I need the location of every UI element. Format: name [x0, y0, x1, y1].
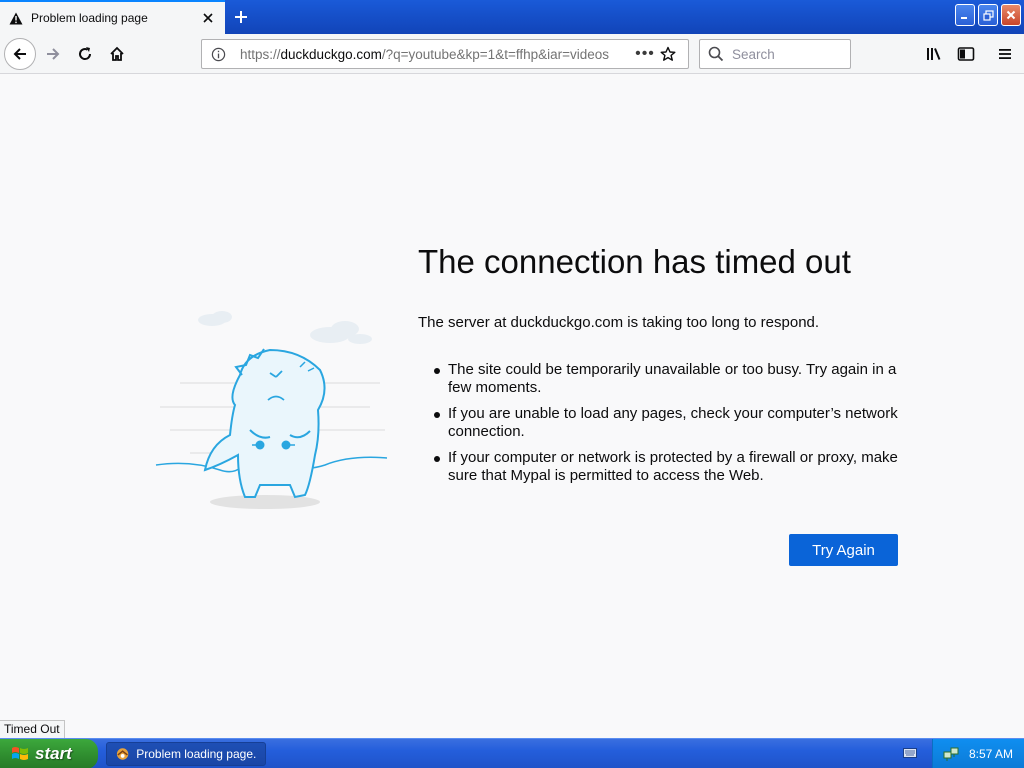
taskbar-item-browser[interactable]: Problem loading page...: [106, 742, 266, 766]
forward-button[interactable]: [37, 38, 69, 70]
warning-icon: [8, 10, 24, 26]
url-text[interactable]: https://duckduckgo.com/?q=youtube&kp=1&t…: [240, 47, 634, 62]
url-path: /?q=youtube&kp=1&t=ffhp&iar=videos: [381, 46, 610, 62]
home-icon: [110, 46, 124, 61]
error-description: The server at duckduckgo.com is taking t…: [418, 314, 820, 331]
tab-problem-loading[interactable]: Problem loading page: [0, 0, 225, 34]
list-item: If you are unable to load any pages, che…: [432, 405, 902, 441]
tab-title: Problem loading page: [31, 11, 148, 25]
system-tray: 8:57 AM: [932, 739, 1024, 768]
restore-icon: [982, 9, 994, 21]
try-again-button[interactable]: Try Again: [789, 534, 898, 566]
start-button[interactable]: start: [0, 739, 98, 768]
url-host: duckduckgo.com: [280, 46, 382, 62]
hamburger-menu-icon: [999, 49, 1011, 59]
clock: 8:57 AM: [969, 747, 1014, 761]
browser-app-icon: [116, 748, 129, 760]
search-icon: [708, 45, 726, 63]
error-suggestions-list: The site could be temporarily unavailabl…: [432, 361, 902, 493]
site-info-icon[interactable]: [210, 46, 226, 62]
address-bar[interactable]: https://duckduckgo.com/?q=youtube&kp=1&t…: [201, 39, 689, 69]
search-input[interactable]: [732, 46, 832, 62]
url-prefix: https://: [240, 46, 281, 62]
list-item: The site could be temporarily unavailabl…: [432, 361, 902, 397]
tab-strip: Problem loading page: [0, 0, 1024, 34]
reload-icon: [79, 47, 92, 60]
forward-arrow-icon: [47, 48, 60, 60]
taskbar: start Problem loading page... 8:57 AM: [0, 738, 1024, 768]
start-label: start: [35, 744, 72, 763]
taskbar-item-label: Problem loading page...: [136, 747, 257, 761]
list-item: If your computer or network is protected…: [432, 449, 902, 485]
new-tab-button[interactable]: [229, 5, 253, 29]
page-actions-icon[interactable]: •••: [634, 45, 656, 63]
status-panel: Timed Out: [0, 720, 65, 738]
reload-button[interactable]: [69, 38, 101, 70]
plus-icon: [235, 11, 247, 23]
error-page: The connection has timed out The server …: [0, 75, 1024, 738]
back-arrow-icon: [13, 48, 26, 60]
close-icon: [1006, 10, 1016, 20]
keyboard-icon[interactable]: [903, 747, 917, 759]
menu-button[interactable]: [989, 38, 1021, 70]
library-button[interactable]: [918, 38, 950, 70]
back-button[interactable]: [4, 38, 36, 70]
close-window-button[interactable]: [1001, 4, 1021, 26]
search-bar[interactable]: [699, 39, 851, 69]
error-title: The connection has timed out: [418, 243, 851, 280]
minimize-icon: [961, 17, 967, 19]
sidebar-button[interactable]: [950, 38, 982, 70]
network-icon[interactable]: [943, 746, 959, 762]
home-button[interactable]: [101, 38, 133, 70]
navigation-toolbar: https://duckduckgo.com/?q=youtube&kp=1&t…: [0, 34, 1024, 74]
minimize-button[interactable]: [955, 4, 975, 26]
restore-button[interactable]: [978, 4, 998, 26]
close-tab-icon[interactable]: [199, 9, 217, 27]
unplugged-dinosaur-illustration: [150, 305, 390, 520]
bookmark-star-icon[interactable]: [656, 46, 680, 62]
library-icon: [927, 48, 941, 60]
windows-logo-icon: [12, 747, 28, 760]
sidebar-icon: [957, 47, 975, 61]
